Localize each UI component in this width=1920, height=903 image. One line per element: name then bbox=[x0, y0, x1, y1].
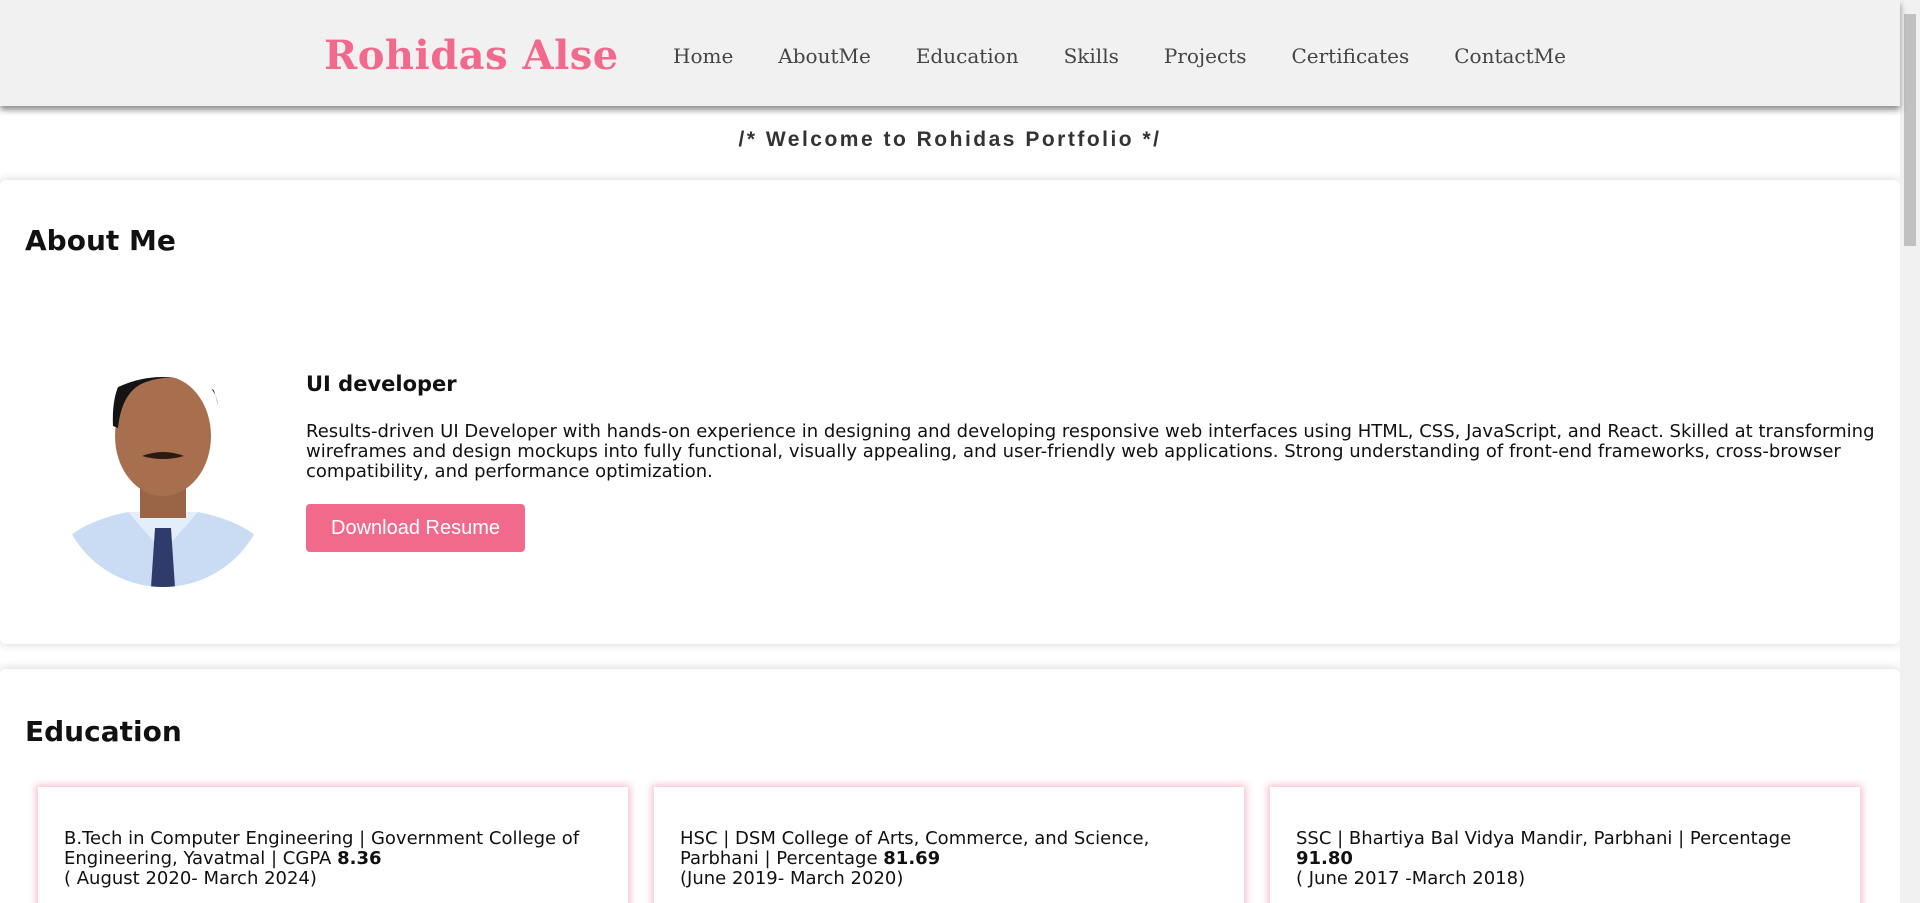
vertical-scrollbar[interactable] bbox=[1900, 0, 1920, 903]
top-navbar: Rohidas Alse Home AboutMe Education Skil… bbox=[0, 0, 1900, 106]
nav-link-aboutme[interactable]: AboutMe bbox=[778, 44, 871, 68]
education-period: ( June 2017 -March 2018) bbox=[1296, 868, 1526, 889]
education-score: 81.69 bbox=[883, 848, 941, 869]
education-card-ssc: SSC | Bhartiya Bal Vidya Mandir, Parbhan… bbox=[1270, 787, 1860, 903]
about-summary: Results-driven UI Developer with hands-o… bbox=[306, 421, 1875, 482]
education-card-btech: B.Tech in Computer Engineering | Governm… bbox=[38, 787, 628, 903]
education-section: Education B.Tech in Computer Engineering… bbox=[0, 669, 1900, 903]
education-score: 8.36 bbox=[337, 848, 382, 869]
brand-logo-text[interactable]: Rohidas Alse bbox=[324, 32, 619, 79]
education-card-hsc: HSC | DSM College of Arts, Commerce, and… bbox=[654, 787, 1244, 903]
education-score: 91.80 bbox=[1296, 848, 1353, 869]
scrollbar-thumb[interactable] bbox=[1904, 14, 1916, 246]
education-detail: SSC | Bhartiya Bal Vidya Mandir, Parbhan… bbox=[1296, 829, 1836, 869]
nav-link-home[interactable]: Home bbox=[673, 44, 733, 68]
welcome-banner: /* Welcome to Rohidas Portfolio */ bbox=[738, 128, 1162, 151]
profile-photo bbox=[58, 377, 268, 587]
education-title: Education bbox=[25, 715, 182, 748]
education-detail: HSC | DSM College of Arts, Commerce, and… bbox=[680, 829, 1220, 869]
education-period: (June 2019- March 2020) bbox=[680, 868, 904, 889]
download-resume-button[interactable]: Download Resume bbox=[306, 504, 525, 552]
nav-link-certificates[interactable]: Certificates bbox=[1291, 44, 1409, 68]
nav-links: Home AboutMe Education Skills Projects C… bbox=[673, 44, 1566, 68]
nav-link-projects[interactable]: Projects bbox=[1164, 44, 1247, 68]
role-heading: UI developer bbox=[306, 372, 457, 396]
about-section: About Me UI developer Results-driven UI … bbox=[0, 180, 1900, 644]
nav-link-education[interactable]: Education bbox=[916, 44, 1019, 68]
nav-link-skills[interactable]: Skills bbox=[1064, 44, 1119, 68]
education-text: SSC | Bhartiya Bal Vidya Mandir, Parbhan… bbox=[1296, 828, 1792, 849]
education-detail: B.Tech in Computer Engineering | Governm… bbox=[64, 829, 604, 869]
nav-link-contactme[interactable]: ContactMe bbox=[1454, 44, 1566, 68]
education-text: B.Tech in Computer Engineering | Governm… bbox=[64, 828, 580, 869]
education-period: ( August 2020- March 2024) bbox=[64, 868, 317, 889]
about-title: About Me bbox=[25, 224, 176, 257]
